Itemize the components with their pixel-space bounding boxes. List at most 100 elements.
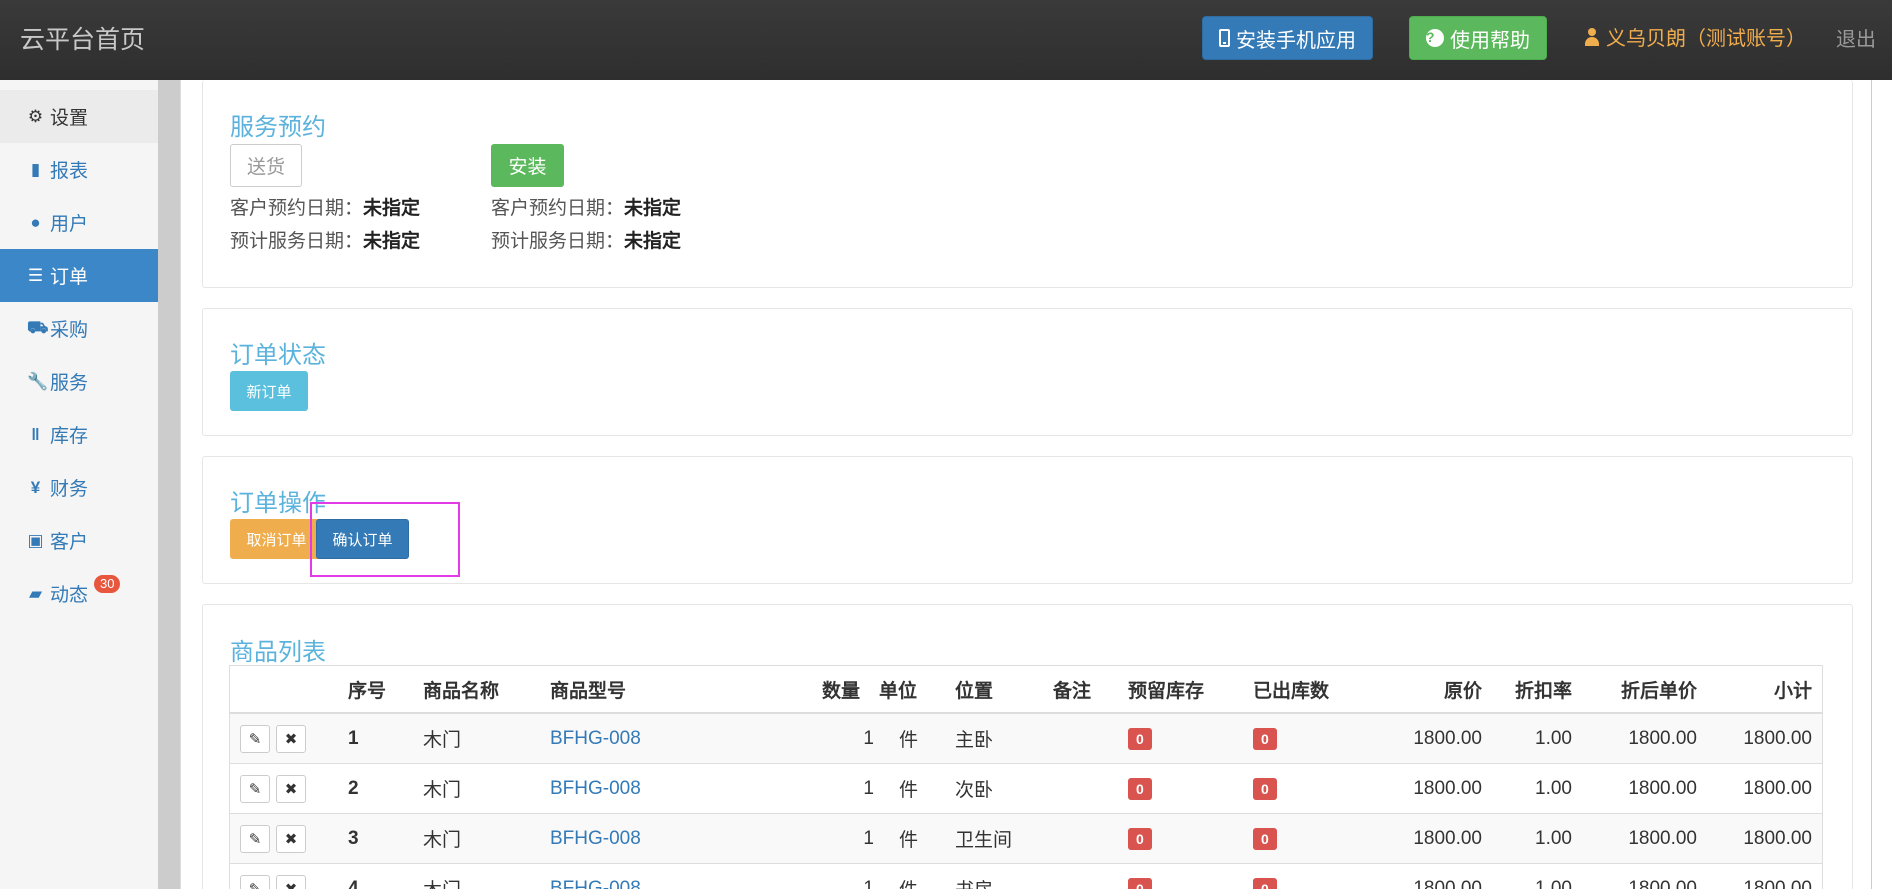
brand-link[interactable]: 云平台首页 (20, 20, 145, 56)
service-title: 服务预约 (230, 114, 326, 141)
user-icon: ● (30, 212, 41, 232)
delete-icon[interactable]: ✖ (276, 825, 306, 853)
cell-location: 次卧 (955, 780, 994, 801)
edit-icon[interactable]: ✎ (240, 875, 270, 889)
mobile-phone-icon (1219, 29, 1230, 47)
sidebar-item-label: 客户 (50, 532, 89, 553)
cell-model-link[interactable]: BFHG-008 (550, 878, 641, 889)
table-row: ✎ ✖ 2 木门 BFHG-008 1 件 次卧 0 0 1800.00 1.00 1800.00 180… (230, 764, 1822, 814)
cell-discount: 1.00 (1535, 827, 1572, 849)
edit-icon[interactable]: ✎ (240, 825, 270, 853)
delete-icon[interactable]: ✖ (276, 725, 306, 753)
reserved-stock-badge: 0 (1128, 727, 1152, 750)
install-appt-row: 客户预约日期：未指定 (491, 193, 681, 220)
sidebar-item-purchase[interactable]: ⛟ 采购 (0, 302, 158, 355)
sidebar-item-settings[interactable]: ⚙ 设置 (0, 90, 158, 143)
col-header: 已出库数 (1253, 680, 1330, 702)
delete-icon[interactable]: ✖ (276, 775, 306, 803)
sidebar-item-customers[interactable]: ▣ 客户 (0, 514, 158, 567)
sidebar-item-users[interactable]: ● 用户 (0, 196, 158, 249)
cell-price: 1800.00 (1413, 877, 1482, 889)
sidebar-item-label: 服务 (50, 373, 89, 394)
col-header: 小计 (1773, 680, 1812, 702)
page-scrollbar-edge (1871, 80, 1872, 889)
sidebar-item-label: 用户 (50, 214, 89, 235)
sidebar-item-finance[interactable]: ¥ 财务 (0, 461, 158, 514)
cell-location: 卫生间 (955, 830, 1013, 851)
delivery-est-value: 未指定 (363, 231, 421, 252)
sidebar-item-label: 设置 (50, 108, 89, 129)
sidebar-item-label: 订单 (50, 267, 89, 288)
table-row: ✎ ✖ 4 木门 BFHG-008 1 件 书房 0 0 1800.00 1.00 1800.00 180… (230, 864, 1822, 889)
sidebar-item-label: 报表 (50, 161, 89, 182)
cell-qty: 1 (863, 827, 874, 849)
help-button[interactable]: ? 使用帮助 (1409, 16, 1547, 60)
delete-icon[interactable]: ✖ (276, 875, 306, 889)
cell-no: 3 (348, 827, 359, 849)
shipped-count-badge: 0 (1253, 827, 1277, 850)
cell-name: 木门 (423, 730, 462, 751)
sidebar-item-inventory[interactable]: ‖ 库存 (0, 408, 158, 461)
cell-discount-price: 1800.00 (1628, 727, 1697, 749)
wrench-icon: 🔧 (27, 371, 49, 391)
install-appt-label: 客户预约日期： (491, 198, 625, 219)
cell-model-link[interactable]: BFHG-008 (550, 778, 641, 800)
bar-chart-icon: ▮ (30, 159, 41, 179)
edit-icon[interactable]: ✎ (240, 775, 270, 803)
sidebar-item-label: 库存 (50, 426, 89, 447)
cell-name: 木门 (423, 780, 462, 801)
col-header: 折后单价 (1620, 680, 1697, 702)
highlight-box (310, 502, 460, 577)
reserved-stock-badge: 0 (1128, 827, 1152, 850)
cell-model-link[interactable]: BFHG-008 (550, 828, 641, 850)
cell-subtotal: 1800.00 (1743, 877, 1812, 889)
cell-no: 1 (348, 727, 359, 749)
cell-price: 1800.00 (1413, 777, 1482, 799)
sidebar-item-label: 采购 (50, 320, 89, 341)
cell-model-link[interactable]: BFHG-008 (550, 728, 641, 750)
cell-no: 4 (348, 877, 359, 889)
cell-price: 1800.00 (1413, 727, 1482, 749)
sidebar-scrollbar[interactable] (158, 80, 180, 889)
yen-icon: ¥ (30, 477, 41, 497)
install-app-button[interactable]: 安装手机应用 (1202, 16, 1373, 60)
sidebar-item-orders[interactable]: ☰ 订单 (0, 249, 158, 302)
sidebar-item-service[interactable]: 🔧 服务 (0, 355, 158, 408)
col-header: 位置 (955, 680, 994, 702)
install-appt-value: 未指定 (624, 198, 682, 219)
col-header: 序号 (348, 680, 387, 702)
edit-icon[interactable]: ✎ (240, 725, 270, 753)
install-button[interactable]: 安装 (491, 144, 564, 187)
delivery-appt-value: 未指定 (363, 198, 421, 219)
col-header: 单位 (879, 680, 918, 702)
logout-link[interactable]: 退出 (1836, 23, 1876, 52)
col-header: 数量 (822, 680, 861, 702)
reserved-stock-badge: 0 (1128, 777, 1152, 800)
sidebar-item-activity[interactable]: ▰ 动态 30 (0, 567, 158, 620)
cell-location: 主卧 (955, 730, 994, 751)
cell-discount: 1.00 (1535, 727, 1572, 749)
briefcase-icon: ▣ (27, 530, 44, 550)
cell-discount: 1.00 (1535, 877, 1572, 889)
col-header: 商品型号 (550, 680, 627, 702)
sidebar-item-reports[interactable]: ▮ 报表 (0, 143, 158, 196)
activity-count-badge: 30 (94, 575, 121, 593)
col-header: 预留库存 (1128, 680, 1205, 702)
cell-qty: 1 (863, 777, 874, 799)
cell-unit: 件 (899, 830, 919, 851)
col-header: 原价 (1443, 680, 1482, 702)
cell-discount-price: 1800.00 (1628, 777, 1697, 799)
delivery-est-row: 预计服务日期：未指定 (230, 226, 420, 253)
order-status-panel: 订单状态 新订单 (202, 308, 1853, 436)
delivery-button[interactable]: 送货 (230, 144, 302, 187)
delivery-appt-label: 客户预约日期： (230, 198, 364, 219)
user-icon (1584, 27, 1600, 46)
shipped-count-badge: 0 (1253, 877, 1277, 889)
sidebar-item-label: 动态 (50, 585, 89, 606)
cell-discount-price: 1800.00 (1628, 827, 1697, 849)
cell-price: 1800.00 (1413, 827, 1482, 849)
status-badge: 新订单 (230, 371, 308, 411)
cell-unit: 件 (899, 864, 918, 889)
user-account-link[interactable]: 义乌贝朗（测试账号） (1584, 22, 1806, 51)
cell-location: 书房 (955, 864, 993, 889)
